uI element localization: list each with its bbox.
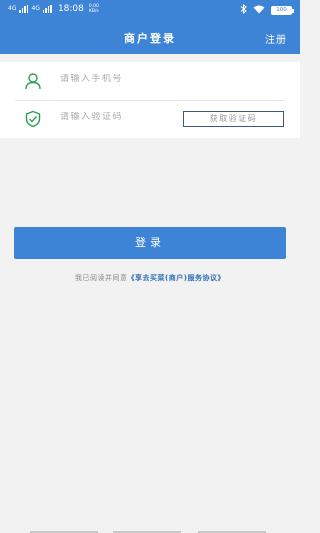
agreement-prefix: 我已阅读并同意	[75, 274, 128, 282]
signal-strength-icon	[19, 5, 29, 13]
login-button[interactable]: 登录	[14, 227, 286, 259]
register-link[interactable]: 注册	[265, 31, 287, 46]
agreement-link[interactable]: 《享去买菜(商户)服务协议》	[128, 274, 225, 282]
bluetooth-icon	[240, 3, 247, 17]
battery-icon: 100	[271, 6, 294, 15]
code-row: 获取验证码	[0, 100, 300, 138]
signal-strength-icon	[42, 5, 52, 13]
get-code-button[interactable]: 获取验证码	[183, 111, 284, 127]
network-speed-unit: KB/s	[88, 9, 99, 14]
network-speed: 0.00 KB/s	[89, 4, 99, 14]
user-icon	[24, 72, 42, 90]
signal-label-2: 4G	[31, 5, 40, 12]
header-bar: 商户登录 注册	[0, 22, 300, 54]
agreement-text: 我已阅读并同意《享去买菜(商户)服务协议》	[0, 273, 300, 283]
status-time: 18:08	[57, 4, 84, 14]
wifi-icon	[253, 5, 265, 16]
status-bar: 4G 4G 18:08 0.00 KB/s 100	[0, 0, 300, 22]
login-form: 获取验证码	[0, 62, 300, 138]
shield-check-icon	[24, 110, 42, 128]
phone-row	[0, 62, 300, 100]
page-title: 商户登录	[124, 32, 176, 45]
phone-input[interactable]	[60, 74, 210, 84]
signal-label-1: 4G	[8, 5, 17, 12]
